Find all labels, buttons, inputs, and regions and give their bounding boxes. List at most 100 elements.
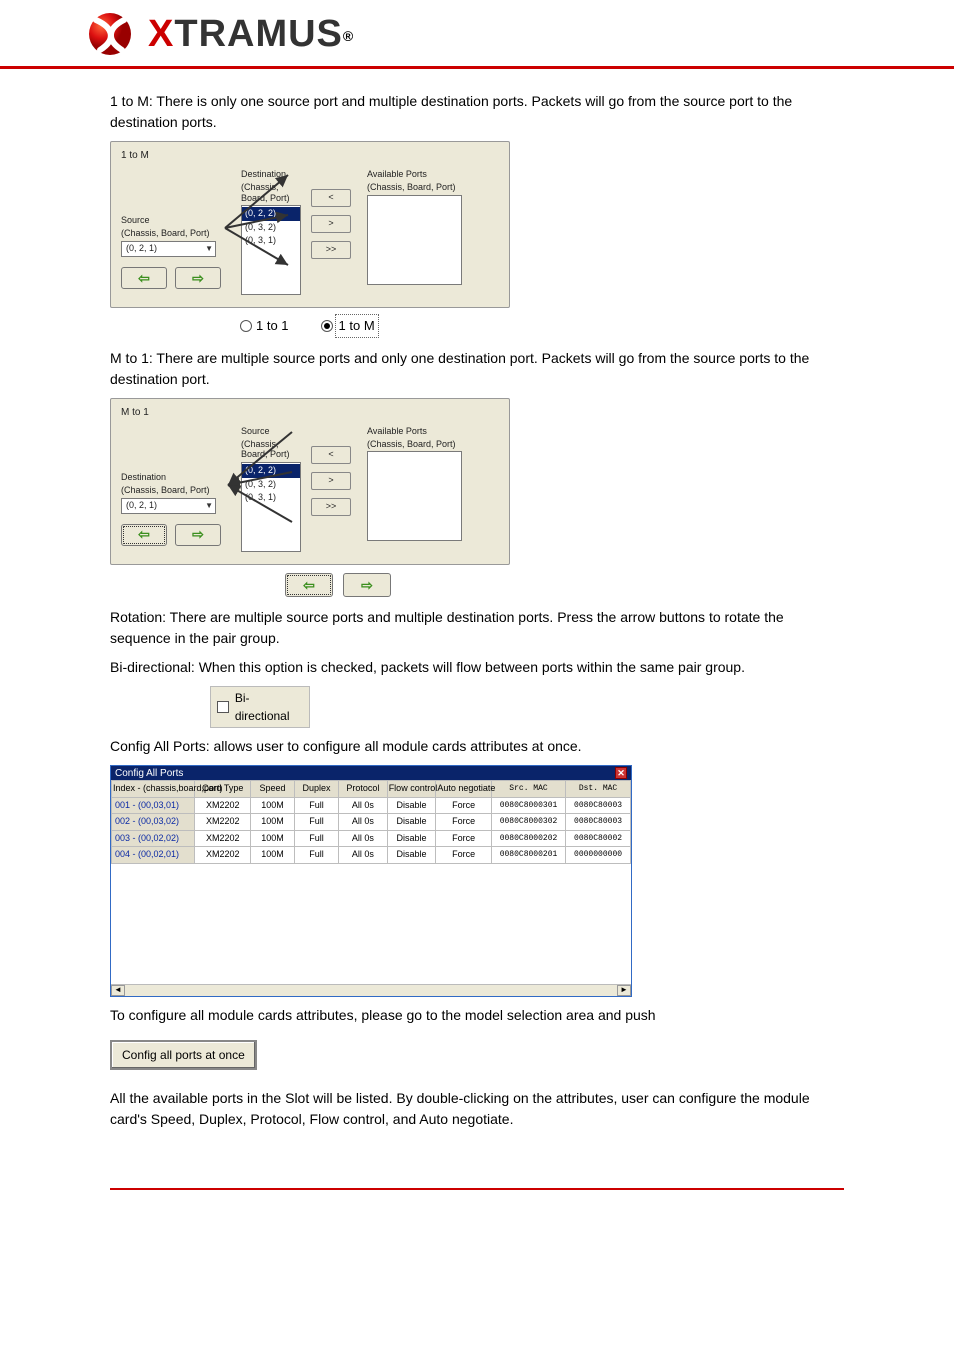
scroll-right-icon[interactable]: ► [617, 985, 631, 996]
move-left-button[interactable]: < [311, 446, 351, 464]
brand-x: X [148, 13, 174, 55]
config-all-ports-title: Config All Ports [115, 766, 183, 781]
cell-src-mac[interactable]: 0080C8000201 [491, 847, 565, 864]
cell-protocol[interactable]: All 0s [339, 847, 388, 864]
table-row[interactable]: 002 - (00,03,02)XM2202100MFullAll 0sDisa… [112, 814, 631, 831]
table-header-row: Index - (chassis,board,port) Card Type S… [112, 781, 631, 798]
table-row[interactable]: 001 - (00,03,01)XM2202100MFullAll 0sDisa… [112, 797, 631, 814]
rotation-button-pair: ⇦ ⇨ [285, 573, 844, 597]
cell-card-type[interactable]: XM2202 [195, 797, 251, 814]
cell-auto-negotiate[interactable]: Force [436, 830, 492, 847]
cell-duplex[interactable]: Full [295, 797, 339, 814]
cell-protocol[interactable]: All 0s [339, 830, 388, 847]
cell-src-mac[interactable]: 0080C8000202 [491, 830, 565, 847]
cell-auto-negotiate[interactable]: Force [436, 797, 492, 814]
move-left-button[interactable]: < [311, 189, 351, 207]
config-all-ports-window: Config All Ports ✕ Index - (chassis,boar… [110, 765, 632, 997]
panel-m-to-1-title: M to 1 [121, 405, 499, 420]
source-sublabel: (Chassis, Board, Port) [241, 439, 301, 461]
list-item[interactable]: (0, 3, 2) [242, 221, 300, 235]
rotate-left-button[interactable]: ⇦ [121, 267, 167, 289]
rotate-right-button[interactable]: ⇨ [343, 573, 391, 597]
rotate-left-button[interactable]: ⇦ [121, 524, 167, 546]
col-index[interactable]: Index - (chassis,board,port) [112, 781, 195, 798]
horizontal-scrollbar[interactable]: ◄ ► [111, 984, 631, 996]
cell-dst-mac[interactable]: 0080C80002 [566, 830, 631, 847]
arrow-right-icon: ⇨ [192, 524, 204, 545]
radio-1-to-m[interactable]: 1 to M [321, 316, 377, 336]
list-item[interactable]: (0, 2, 2) [242, 464, 300, 478]
col-src-mac[interactable]: Src. MAC [491, 781, 565, 798]
radio-1-to-1[interactable]: 1 to 1 [240, 316, 289, 336]
arrow-right-icon: ⇨ [192, 268, 204, 289]
cell-flow-control[interactable]: Disable [387, 847, 436, 864]
cell-src-mac[interactable]: 0080C8000301 [491, 797, 565, 814]
move-all-right-button[interactable]: >> [311, 498, 351, 516]
list-item[interactable]: (0, 3, 1) [242, 491, 300, 505]
cell-protocol[interactable]: All 0s [339, 797, 388, 814]
rotate-right-button[interactable]: ⇨ [175, 524, 221, 546]
destination-label: Destination [241, 169, 301, 180]
rotate-left-button[interactable]: ⇦ [285, 573, 333, 597]
panel-1-to-m: 1 to M Source (Chassis, Board, Port) (0,… [110, 141, 510, 308]
list-item[interactable]: (0, 2, 2) [242, 207, 300, 221]
table-row[interactable]: 003 - (00,02,02)XM2202100MFullAll 0sDisa… [112, 830, 631, 847]
arrow-right-icon: ⇨ [361, 575, 373, 596]
cell-src-mac[interactable]: 0080C8000302 [491, 814, 565, 831]
cell-card-type[interactable]: XM2202 [195, 814, 251, 831]
move-right-button[interactable]: > [311, 472, 351, 490]
cell-card-type[interactable]: XM2202 [195, 830, 251, 847]
cell-auto-negotiate[interactable]: Force [436, 847, 492, 864]
col-protocol[interactable]: Protocol [339, 781, 388, 798]
col-dst-mac[interactable]: Dst. MAC [566, 781, 631, 798]
cell-flow-control[interactable]: Disable [387, 797, 436, 814]
list-item[interactable]: (0, 3, 1) [242, 234, 300, 248]
cell-index[interactable]: 004 - (00,02,01) [112, 847, 195, 864]
table-row[interactable]: 004 - (00,02,01)XM2202100MFullAll 0sDisa… [112, 847, 631, 864]
available-listbox[interactable] [367, 451, 462, 541]
cell-dst-mac[interactable]: 0080C80003 [566, 814, 631, 831]
col-auto-negotiate[interactable]: Auto negotiate [436, 781, 492, 798]
cell-speed[interactable]: 100M [251, 830, 295, 847]
destination-sublabel: (Chassis, Board, Port) [241, 182, 301, 204]
scroll-left-icon[interactable]: ◄ [111, 985, 125, 996]
move-right-button[interactable]: > [311, 215, 351, 233]
cell-speed[interactable]: 100M [251, 797, 295, 814]
cell-duplex[interactable]: Full [295, 814, 339, 831]
cell-flow-control[interactable]: Disable [387, 830, 436, 847]
cell-dst-mac[interactable]: 0080C80003 [566, 797, 631, 814]
cell-card-type[interactable]: XM2202 [195, 847, 251, 864]
rotate-right-button[interactable]: ⇨ [175, 267, 221, 289]
col-card-type[interactable]: Card Type [195, 781, 251, 798]
cell-protocol[interactable]: All 0s [339, 814, 388, 831]
arrow-left-icon: ⇦ [138, 524, 150, 545]
cell-speed[interactable]: 100M [251, 847, 295, 864]
config-all-ports-button[interactable]: Config all ports at once [110, 1040, 257, 1070]
destination-combo[interactable]: (0, 2, 1) ▼ [121, 498, 216, 514]
col-flow-control[interactable]: Flow control [387, 781, 436, 798]
brand-wordmark: XTRAMUS® [148, 13, 354, 56]
cell-speed[interactable]: 100M [251, 814, 295, 831]
move-all-right-button[interactable]: >> [311, 241, 351, 259]
cell-duplex[interactable]: Full [295, 830, 339, 847]
destination-listbox[interactable]: (0, 2, 2) (0, 3, 2) (0, 3, 1) [241, 205, 301, 295]
cell-index[interactable]: 002 - (00,03,02) [112, 814, 195, 831]
close-icon[interactable]: ✕ [615, 767, 627, 779]
col-duplex[interactable]: Duplex [295, 781, 339, 798]
radio-icon [240, 320, 252, 332]
cell-duplex[interactable]: Full [295, 847, 339, 864]
source-listbox[interactable]: (0, 2, 2) (0, 3, 2) (0, 3, 1) [241, 462, 301, 552]
source-combo[interactable]: (0, 2, 1) ▼ [121, 241, 216, 257]
intro-m-to-1: M to 1: There are multiple source ports … [110, 348, 844, 390]
available-label: Available Ports [367, 426, 467, 437]
cell-index[interactable]: 003 - (00,02,02) [112, 830, 195, 847]
bidirectional-checkbox[interactable]: Bi-directional [210, 686, 310, 728]
cell-flow-control[interactable]: Disable [387, 814, 436, 831]
cell-dst-mac[interactable]: 0000000000 [566, 847, 631, 864]
source-label: Source [121, 215, 231, 226]
col-speed[interactable]: Speed [251, 781, 295, 798]
cell-auto-negotiate[interactable]: Force [436, 814, 492, 831]
list-item[interactable]: (0, 3, 2) [242, 478, 300, 492]
cell-index[interactable]: 001 - (00,03,01) [112, 797, 195, 814]
available-listbox[interactable] [367, 195, 462, 285]
